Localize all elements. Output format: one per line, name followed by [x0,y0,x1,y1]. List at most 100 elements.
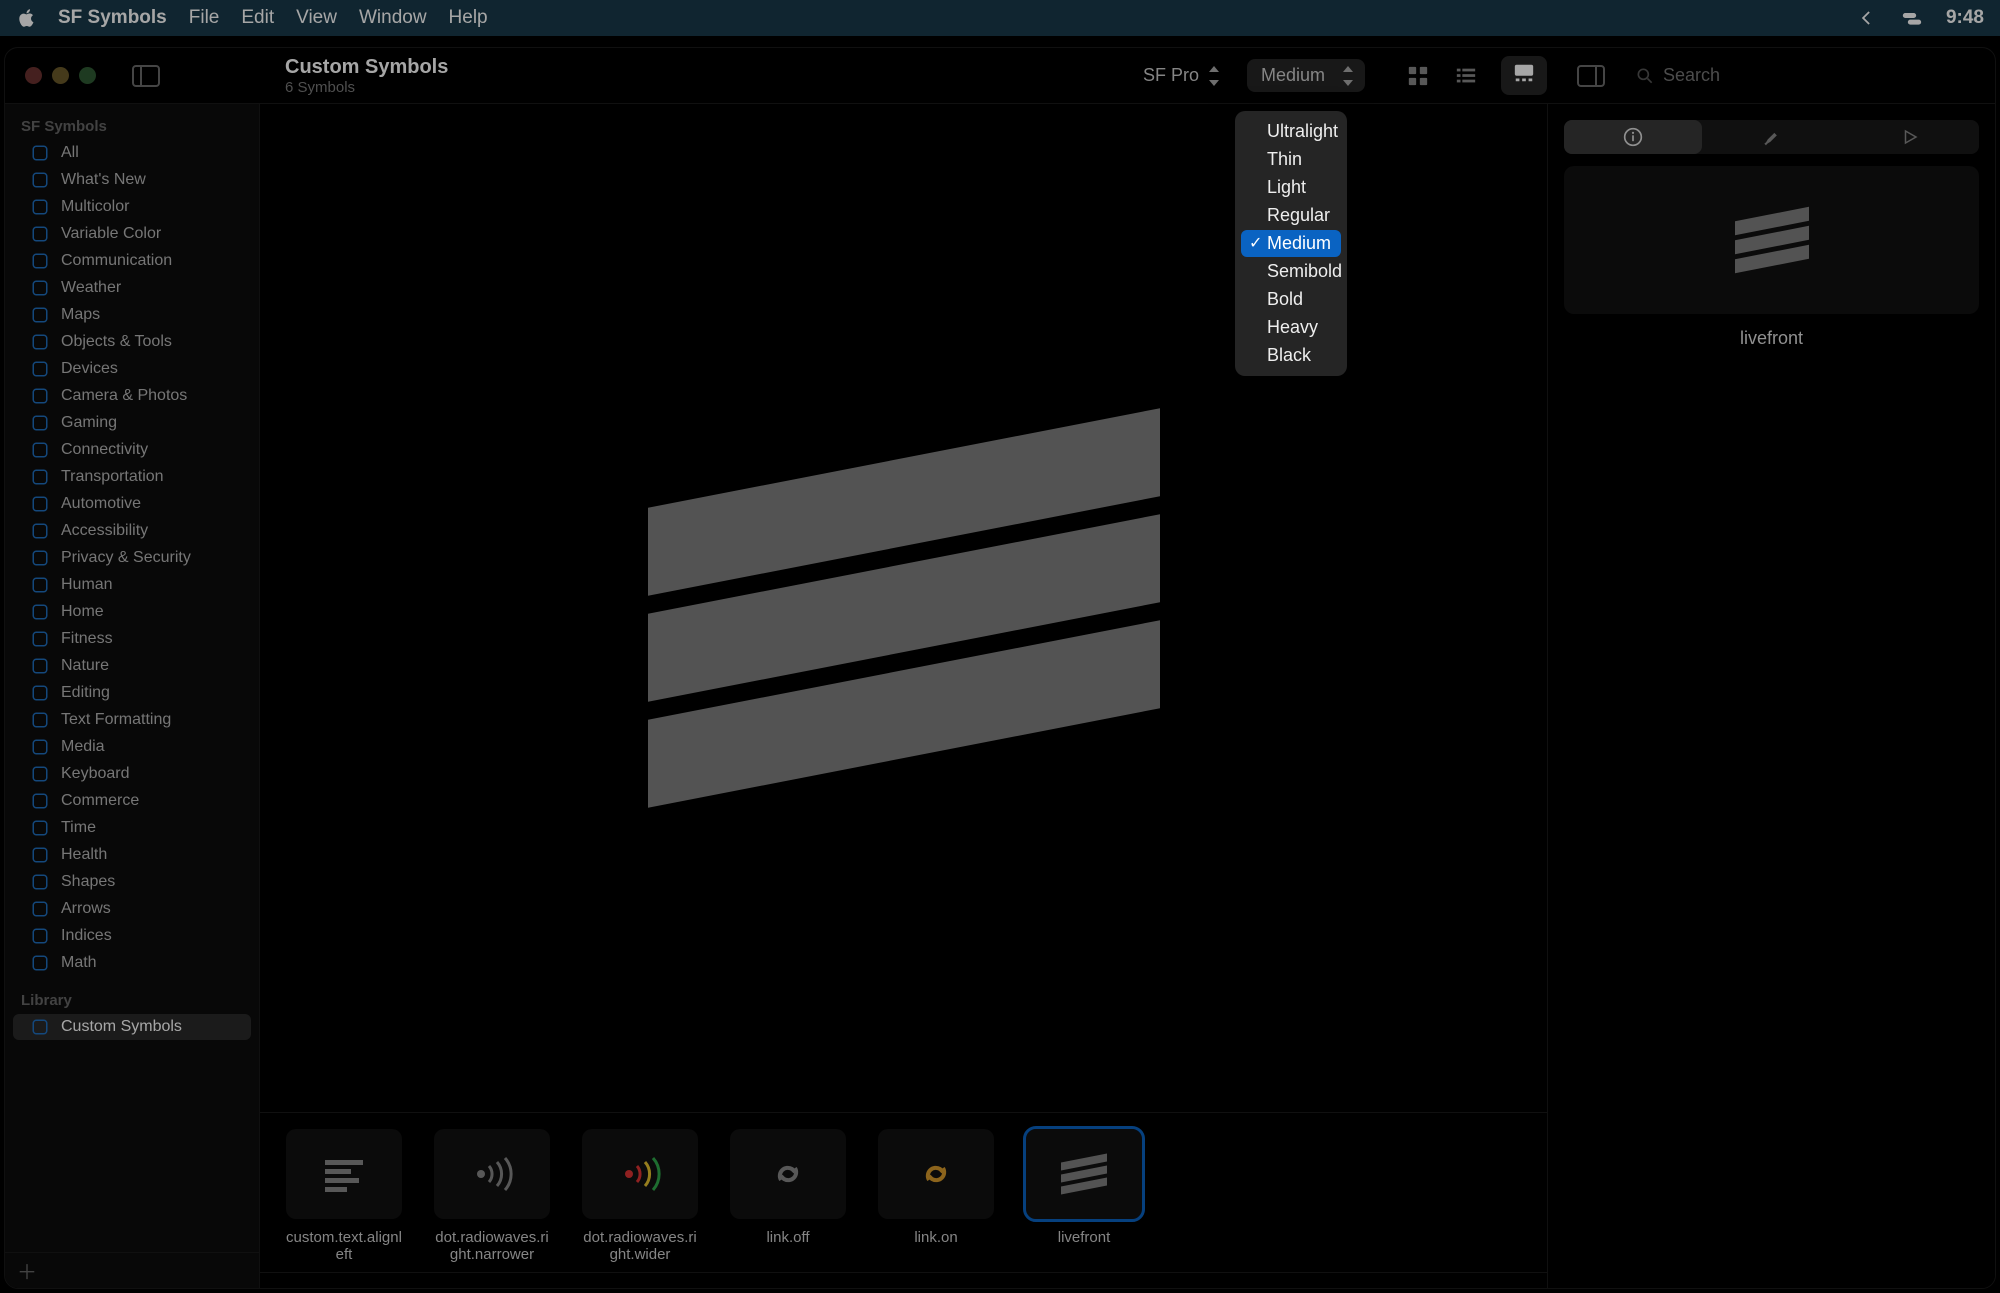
sidebar-item-label: Communication [61,252,172,270]
sidebar: SF Symbols AllWhat's NewMulticolorVariab… [5,104,260,1288]
sidebar-item-devices[interactable]: Devices [13,356,251,382]
sidebar-item-indices[interactable]: Indices [13,923,251,949]
sidebar-item-gaming[interactable]: Gaming [13,410,251,436]
weight-option-light[interactable]: Light [1241,174,1341,201]
sidebar-section-library: Library [5,986,259,1013]
inspector-tab-rendering[interactable] [1702,120,1840,154]
sidebar-item-label: Fitness [61,630,113,648]
sidebar-item-maps[interactable]: Maps [13,302,251,328]
sidebar-item-automotive[interactable]: Automotive [13,491,251,517]
sidebar-item-math[interactable]: Math [13,950,251,976]
gallery-view-icon [1511,62,1537,84]
thumbnail-link-off[interactable]: link.off [728,1129,848,1246]
sidebar-item-nature[interactable]: Nature [13,653,251,679]
sidebar-item-commerce[interactable]: Commerce [13,788,251,814]
sidebar-item-media[interactable]: Media [13,734,251,760]
thumbnail-strip: custom.text.alignleft dot.radiowaves.righ… [260,1112,1547,1272]
thumbnail-livefront[interactable]: livefront [1024,1129,1144,1246]
toolbar-title-area: Custom Symbols 6 Symbols [265,56,448,96]
back-chevron-icon[interactable] [1854,8,1878,28]
menubar-clock[interactable]: 9:48 [1946,7,1984,29]
weight-popup-button[interactable]: Medium [1247,59,1365,92]
sidebar-item-label: Math [61,954,97,972]
sidebar-item-custom-symbols[interactable]: Custom Symbols [13,1014,251,1040]
weight-option-thin[interactable]: Thin [1241,146,1341,173]
weight-option-ultralight[interactable]: Ultralight [1241,118,1341,145]
sidebar-item-label: Human [61,576,113,594]
add-collection-button[interactable]: ＋ [17,1256,37,1285]
window-toolbar: Custom Symbols 6 Symbols SF Pro Medium [5,48,1995,104]
sidebar-item-health[interactable]: Health [13,842,251,868]
play-icon [1901,128,1919,146]
control-center-icon[interactable] [1900,8,1924,28]
thumbnail-dot-radiowaves-right-wider[interactable]: dot.radiowaves.right.wider [580,1129,700,1264]
weight-option-heavy[interactable]: Heavy [1241,314,1341,341]
toggle-inspector-button[interactable] [1577,65,1605,87]
apple-logo-icon [16,7,38,29]
sidebar-item-home[interactable]: Home [13,599,251,625]
sidebar-item-privacy-security[interactable]: Privacy & Security [13,545,251,571]
app-window: Custom Symbols 6 Symbols SF Pro Medium S… [4,47,1996,1289]
sidebar-item-objects-tools[interactable]: Objects & Tools [13,329,251,355]
sidebar-item-arrows[interactable]: Arrows [13,896,251,922]
sidebar-item-text-formatting[interactable]: Text Formatting [13,707,251,733]
search-field[interactable] [1635,65,1995,86]
sidebar-item-time[interactable]: Time [13,815,251,841]
sidebar-item-weather[interactable]: Weather [13,275,251,301]
thumbnail-box [1026,1129,1142,1219]
sidebar-item-keyboard[interactable]: Keyboard [13,761,251,787]
thumbnail-label: link.on [914,1229,957,1246]
sidebar-item-camera-photos[interactable]: Camera & Photos [13,383,251,409]
app-name[interactable]: SF Symbols [58,7,167,29]
sidebar-item-multicolor[interactable]: Multicolor [13,194,251,220]
weight-option-black[interactable]: Black [1241,342,1341,369]
sidebar-item-human[interactable]: Human [13,572,251,598]
sidebar-item-label: What's New [61,171,146,189]
sidebar-item-fitness[interactable]: Fitness [13,626,251,652]
thumbnail-box [730,1129,846,1219]
sidebar-item-label: Devices [61,360,118,378]
sidebar-item-transportation[interactable]: Transportation [13,464,251,490]
sidebar-item-label: Media [61,738,105,756]
thumbnail-link-on[interactable]: link.on [876,1129,996,1246]
sidebar-item-communication[interactable]: Communication [13,248,251,274]
gallery-view-button-selected[interactable] [1501,56,1547,95]
thumbnail-dot-radiowaves-right-narrower[interactable]: dot.radiowaves.right.narrower [432,1129,552,1264]
list-view-icon[interactable] [1453,65,1479,87]
sidebar-item-connectivity[interactable]: Connectivity [13,437,251,463]
sidebar-item-shapes[interactable]: Shapes [13,869,251,895]
minimize-window-button[interactable] [52,67,69,84]
sidebar-item-what-s-new[interactable]: What's New [13,167,251,193]
zoom-window-button[interactable] [79,67,96,84]
menu-view[interactable]: View [296,7,337,29]
sidebar-item-variable-color[interactable]: Variable Color [13,221,251,247]
font-popup-button[interactable]: SF Pro [1129,59,1235,92]
search-input[interactable] [1663,65,1965,86]
info-icon [1623,127,1643,147]
sidebar-item-editing[interactable]: Editing [13,680,251,706]
thumbnail-label: custom.text.alignleft [284,1229,404,1264]
paintbrush-icon [1761,127,1781,147]
weight-option-bold[interactable]: Bold [1241,286,1341,313]
grid-view-icon[interactable] [1405,65,1431,87]
toggle-sidebar-button[interactable] [132,65,160,87]
weight-option-regular[interactable]: Regular [1241,202,1341,229]
sidebar-item-label: Weather [61,279,121,297]
weight-option-semibold[interactable]: Semibold [1241,258,1341,285]
canvas-preview [260,104,1547,1112]
inspector-tab-animation[interactable] [1841,120,1979,154]
weight-dropdown-menu: UltralightThinLightRegularMediumSemibold… [1235,111,1347,376]
inspector-tab-info[interactable] [1564,120,1702,154]
inspector-symbol-name: livefront [1564,328,1979,349]
thumbnail-custom-text-alignleft[interactable]: custom.text.alignleft [284,1129,404,1264]
sidebar-item-all[interactable]: All [13,140,251,166]
menu-file[interactable]: File [189,7,220,29]
close-window-button[interactable] [25,67,42,84]
menu-edit[interactable]: Edit [241,7,274,29]
menu-window[interactable]: Window [359,7,427,29]
weight-option-medium[interactable]: Medium [1241,230,1341,257]
menu-help[interactable]: Help [449,7,488,29]
sidebar-item-accessibility[interactable]: Accessibility [13,518,251,544]
sidebar-item-label: Objects & Tools [61,333,172,351]
sidebar-item-label: Nature [61,657,109,675]
